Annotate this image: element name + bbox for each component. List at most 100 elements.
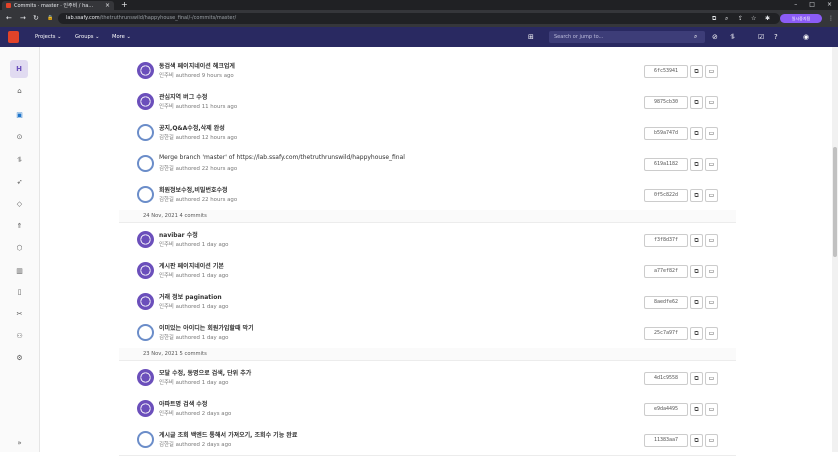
project-avatar[interactable]: H bbox=[10, 60, 28, 78]
browse-files-icon[interactable]: ▭ bbox=[705, 265, 718, 278]
issues-sidebar-icon[interactable]: ⊙ bbox=[0, 130, 39, 144]
extensions-icon[interactable]: ✱ bbox=[765, 13, 770, 24]
analytics-chart-icon[interactable]: ▥ bbox=[0, 264, 39, 278]
commit-message[interactable]: 모달 수정, 동명으로 검색, 단위 추가 bbox=[159, 368, 251, 377]
commit-sha[interactable]: 619a1182 bbox=[644, 158, 688, 171]
copy-sha-icon[interactable]: ⧉ bbox=[690, 372, 703, 385]
commit-message[interactable]: navibar 수정 bbox=[159, 230, 198, 239]
commit-message[interactable]: 관심지역 버그 수정 bbox=[159, 92, 207, 101]
browser-tab[interactable]: Commits · master · 인주비 / ha… × bbox=[2, 1, 114, 10]
tab-close-icon[interactable]: × bbox=[105, 2, 110, 9]
commit-message[interactable]: 이미있는 아이디는 회원가입할때 막기 bbox=[159, 323, 254, 332]
commit-sha[interactable]: 0f5c822d bbox=[644, 189, 688, 202]
repository-icon[interactable]: ▣ bbox=[0, 105, 39, 125]
commit-message[interactable]: 게시글 조회 백엔드 통해서 가져오기, 조회수 기능 완료 bbox=[159, 430, 297, 439]
back-arrow-icon[interactable]: ← bbox=[6, 13, 12, 23]
browse-files-icon[interactable]: ▭ bbox=[705, 189, 718, 202]
collapse-sidebar-button[interactable]: » bbox=[0, 436, 39, 450]
commit-sha[interactable]: a77ef82f bbox=[644, 265, 688, 278]
packages-icon[interactable]: ⬡ bbox=[0, 241, 39, 255]
copy-sha-icon[interactable]: ⧉ bbox=[690, 403, 703, 416]
browser-menu-icon[interactable]: ⋮ bbox=[828, 13, 834, 24]
commit-message[interactable]: 게시판 페이지네이션 기본 bbox=[159, 261, 224, 270]
more-menu[interactable]: More ⌄ bbox=[112, 27, 131, 47]
help-icon[interactable]: ? bbox=[774, 27, 778, 47]
members-icon[interactable]: ⚇ bbox=[0, 329, 39, 343]
project-overview-icon[interactable]: ⌂ bbox=[0, 84, 39, 98]
maximize-button[interactable]: □ bbox=[809, 0, 815, 10]
browse-files-icon[interactable]: ▭ bbox=[705, 127, 718, 140]
security-shield-icon[interactable]: ◇ bbox=[0, 197, 39, 211]
browse-files-icon[interactable]: ▭ bbox=[705, 403, 718, 416]
browse-files-icon[interactable]: ▭ bbox=[705, 327, 718, 340]
browse-files-icon[interactable]: ▭ bbox=[705, 65, 718, 78]
commit-message[interactable]: Merge branch 'master' of https://lab.ssa… bbox=[159, 154, 405, 161]
zoom-icon[interactable]: ⌕ bbox=[725, 13, 728, 24]
commit-sha[interactable]: 11383aa7 bbox=[644, 434, 688, 447]
translate-icon[interactable]: ⧉ bbox=[712, 13, 716, 24]
author-avatar[interactable] bbox=[137, 400, 154, 417]
gitlab-logo-icon[interactable] bbox=[8, 31, 19, 43]
copy-sha-icon[interactable]: ⧉ bbox=[690, 265, 703, 278]
forward-arrow-icon[interactable]: → bbox=[20, 13, 26, 23]
new-tab-button[interactable]: + bbox=[121, 0, 128, 10]
bookmark-star-icon[interactable]: ☆ bbox=[751, 13, 756, 24]
commit-sha[interactable]: e9da4495 bbox=[644, 403, 688, 416]
scrollbar-track[interactable] bbox=[832, 47, 838, 452]
todos-icon[interactable]: ☑ bbox=[758, 27, 764, 47]
commit-sha[interactable]: 9875cb30 bbox=[644, 96, 688, 109]
url-field[interactable]: lab.ssafy.com/thetruthrunswild/happyhous… bbox=[58, 13, 780, 24]
browse-files-icon[interactable]: ▭ bbox=[705, 234, 718, 247]
copy-sha-icon[interactable]: ⧉ bbox=[690, 158, 703, 171]
browse-files-icon[interactable]: ▭ bbox=[705, 96, 718, 109]
copy-sha-icon[interactable]: ⧉ bbox=[690, 434, 703, 447]
share-icon[interactable]: ⇪ bbox=[738, 13, 743, 24]
author-avatar[interactable] bbox=[137, 155, 154, 172]
commit-sha[interactable]: 8aedfe62 bbox=[644, 296, 688, 309]
commit-sha[interactable]: 6fc53941 bbox=[644, 65, 688, 78]
browse-files-icon[interactable]: ▭ bbox=[705, 372, 718, 385]
author-avatar[interactable] bbox=[137, 262, 154, 279]
copy-sha-icon[interactable]: ⧉ bbox=[690, 234, 703, 247]
profile-button[interactable]: 일시중지됨 bbox=[780, 14, 822, 23]
author-avatar[interactable] bbox=[137, 186, 154, 203]
copy-sha-icon[interactable]: ⧉ bbox=[690, 327, 703, 340]
commit-message[interactable]: 공지,Q&A수정,삭제 완성 bbox=[159, 123, 225, 132]
copy-sha-icon[interactable]: ⧉ bbox=[690, 189, 703, 202]
author-avatar[interactable] bbox=[137, 369, 154, 386]
close-window-button[interactable]: × bbox=[827, 0, 832, 10]
browse-files-icon[interactable]: ▭ bbox=[705, 158, 718, 171]
commit-message[interactable]: 회원정보수정,비밀번호수정 bbox=[159, 185, 228, 194]
commit-sha[interactable]: 4d1c9558 bbox=[644, 372, 688, 385]
scrollbar-thumb[interactable] bbox=[833, 147, 837, 257]
author-avatar[interactable] bbox=[137, 231, 154, 248]
commit-sha[interactable]: 25c7a97f bbox=[644, 327, 688, 340]
browse-files-icon[interactable]: ▭ bbox=[705, 296, 718, 309]
commit-message[interactable]: 동검색 페이지네이션 헤크업게 bbox=[159, 61, 235, 70]
commit-sha[interactable]: b59a747d bbox=[644, 127, 688, 140]
create-new-icon[interactable]: ⊞ bbox=[528, 27, 534, 47]
copy-sha-icon[interactable]: ⧉ bbox=[690, 296, 703, 309]
copy-sha-icon[interactable]: ⧉ bbox=[690, 96, 703, 109]
author-avatar[interactable] bbox=[137, 293, 154, 310]
projects-menu[interactable]: Projects ⌄ bbox=[35, 27, 61, 47]
commit-message[interactable]: 거래 정보 pagination bbox=[159, 292, 222, 301]
search-input[interactable]: Search or jump to... bbox=[549, 31, 705, 43]
author-avatar[interactable] bbox=[137, 62, 154, 79]
author-avatar[interactable] bbox=[137, 93, 154, 110]
ci-cd-rocket-icon[interactable]: ➶ bbox=[0, 175, 39, 189]
merge-requests-sidebar-icon[interactable]: ⥮ bbox=[0, 153, 39, 167]
merge-requests-icon[interactable]: ⥮ bbox=[730, 27, 735, 47]
commit-message[interactable]: 아파트명 검색 수정 bbox=[159, 399, 207, 408]
commit-sha[interactable]: f3f8d37f bbox=[644, 234, 688, 247]
author-avatar[interactable] bbox=[137, 124, 154, 141]
issues-icon[interactable]: ⊘ bbox=[712, 27, 718, 47]
reload-icon[interactable]: ↻ bbox=[33, 13, 39, 23]
copy-sha-icon[interactable]: ⧉ bbox=[690, 65, 703, 78]
author-avatar[interactable] bbox=[137, 324, 154, 341]
groups-menu[interactable]: Groups ⌄ bbox=[75, 27, 100, 47]
user-avatar-icon[interactable]: ◉ bbox=[803, 27, 809, 47]
snippets-scissors-icon[interactable]: ✂ bbox=[0, 307, 39, 321]
author-avatar[interactable] bbox=[137, 431, 154, 448]
browse-files-icon[interactable]: ▭ bbox=[705, 434, 718, 447]
